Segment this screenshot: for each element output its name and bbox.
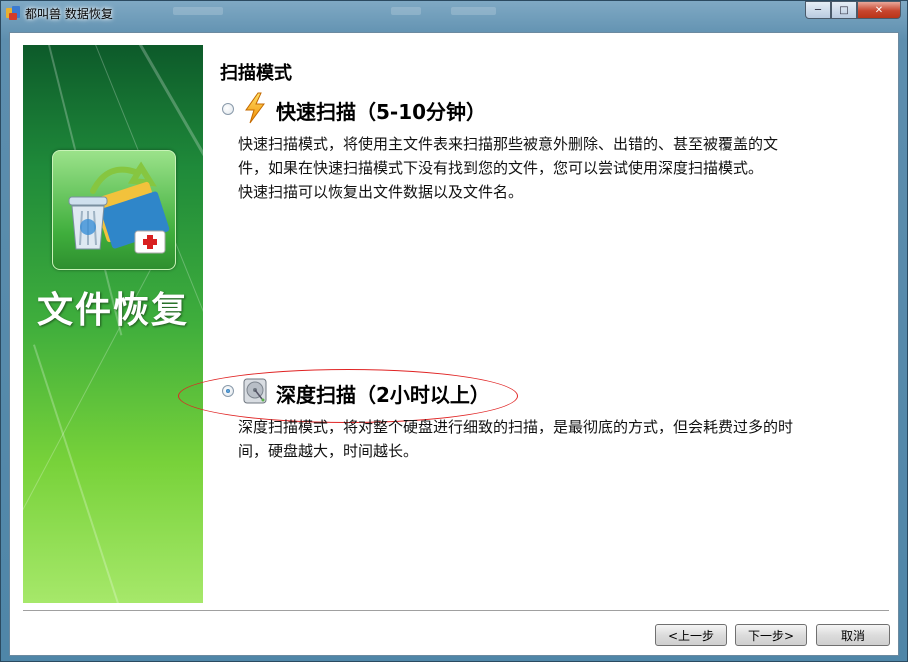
wizard-panel: 文件恢复 扫描模式 快速扫描（5-10分钟） 快速扫描模式，将使用主文件表来扫描… bbox=[9, 32, 899, 656]
deep-scan-description: 深度扫描模式，将对整个硬盘进行细致的扫描，是最彻底的方式，但会耗费过多的时 间，… bbox=[238, 415, 878, 463]
background-window-ghost bbox=[451, 7, 496, 15]
scan-mode-content: 扫描模式 快速扫描（5-10分钟） 快速扫描模式，将使用主文件表来扫描那些被意外… bbox=[178, 45, 890, 603]
quick-scan-desc-line: 快速扫描可以恢复出文件数据以及文件名。 bbox=[238, 183, 524, 201]
quick-scan-desc-line: 件，如果在快速扫描模式下没有找到您的文件，您可以尝试使用深度扫描模式。 bbox=[238, 159, 764, 177]
banner-light-streak bbox=[33, 344, 128, 603]
maximize-button[interactable]: □ bbox=[831, 1, 857, 19]
quick-scan-radio[interactable] bbox=[222, 103, 234, 115]
section-title: 扫描模式 bbox=[220, 63, 292, 84]
quick-scan-description: 快速扫描模式，将使用主文件表来扫描那些被意外删除、出错的、甚至被覆盖的文 件，如… bbox=[238, 132, 878, 204]
deep-scan-desc-line: 深度扫描模式，将对整个硬盘进行细致的扫描，是最彻底的方式，但会耗费过多的时 bbox=[238, 418, 794, 436]
background-window-ghost bbox=[173, 7, 223, 15]
hard-disk-icon bbox=[242, 377, 268, 409]
close-button[interactable]: ✕ bbox=[857, 1, 901, 19]
prev-button[interactable]: <上一步 bbox=[655, 624, 727, 646]
quick-scan-desc-line: 快速扫描模式，将使用主文件表来扫描那些被意外删除、出错的、甚至被覆盖的文 bbox=[238, 135, 779, 153]
next-button[interactable]: 下一步> bbox=[735, 624, 807, 646]
deep-scan-label[interactable]: 深度扫描（2小时以上） bbox=[276, 379, 490, 408]
deep-scan-radio[interactable] bbox=[222, 385, 234, 397]
background-window-ghost bbox=[391, 7, 421, 15]
deep-scan-desc-line: 间，硬盘越大，时间越长。 bbox=[238, 442, 419, 460]
app-icon bbox=[5, 5, 21, 21]
footer-divider bbox=[23, 610, 889, 612]
banner-title: 文件恢复 bbox=[36, 290, 189, 331]
title-bar[interactable]: 都叫兽 数据恢复 ─ □ ✕ bbox=[1, 1, 907, 25]
side-banner: 文件恢复 bbox=[23, 45, 203, 603]
minimize-button[interactable]: ─ bbox=[805, 1, 831, 19]
cancel-button[interactable]: 取消 bbox=[816, 624, 890, 646]
app-window: 都叫兽 数据恢复 ─ □ ✕ 文件恢复 扫描模式 快速扫描（5-10分钟） 快速… bbox=[0, 0, 908, 662]
quick-scan-label[interactable]: 快速扫描（5-10分钟） bbox=[276, 96, 486, 125]
window-title: 都叫兽 数据恢复 bbox=[25, 7, 113, 21]
window-controls: ─ □ ✕ bbox=[805, 1, 901, 19]
lightning-icon bbox=[242, 92, 268, 128]
recovery-icon-tile bbox=[52, 150, 176, 270]
recycle-bin-folder-first-aid-icon bbox=[68, 161, 170, 254]
